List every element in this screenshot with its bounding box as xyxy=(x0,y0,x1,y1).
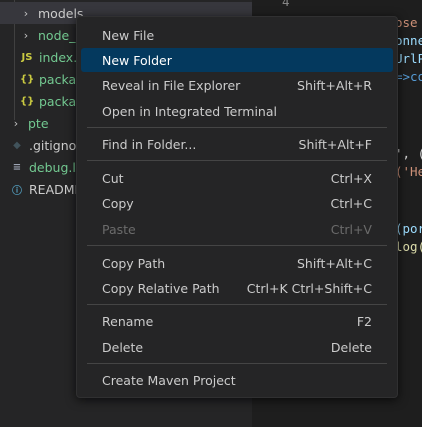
menu-item-label: Rename xyxy=(102,313,154,329)
menu-item-open-in-terminal[interactable]: Open in Integrated Terminal xyxy=(81,99,393,123)
menu-item-label: Copy Relative Path xyxy=(102,280,220,296)
tree-item-label: .gitignor xyxy=(29,137,82,153)
menu-item-find-in-folder[interactable]: Find in Folder... Shift+Alt+F xyxy=(81,132,393,156)
code-fragment: ose xyxy=(395,15,418,30)
menu-item-reveal-in-file-explorer[interactable]: Reveal in File Explorer Shift+Alt+R xyxy=(81,73,393,97)
code-fragment: log( xyxy=(395,239,422,254)
menu-item-shortcut: Ctrl+C xyxy=(330,195,372,211)
json-file-icon: {} xyxy=(20,95,35,107)
js-file-icon: JS xyxy=(21,51,33,63)
code-fragment: UrlP xyxy=(395,51,422,66)
menu-item-label: Delete xyxy=(102,339,144,355)
log-file-icon: ≡ xyxy=(12,161,22,173)
chevron-right-icon: › xyxy=(23,6,29,20)
menu-item-label: Open in Integrated Terminal xyxy=(102,103,277,119)
code-fragment: onne xyxy=(395,33,422,48)
menu-item-cut[interactable]: Cut Ctrl+X xyxy=(81,166,393,190)
menu-item-label: Paste xyxy=(102,221,136,237)
tree-item-label: pte xyxy=(28,115,49,131)
menu-separator xyxy=(87,304,387,305)
menu-item-label: New Folder xyxy=(102,52,172,68)
menu-item-create-maven-project[interactable]: Create Maven Project xyxy=(81,368,393,392)
json-file-icon: {} xyxy=(20,73,35,85)
menu-item-shortcut: Ctrl+X xyxy=(330,170,372,186)
code-fragment: ('He xyxy=(395,164,422,179)
menu-item-shortcut: F2 xyxy=(356,313,372,329)
menu-separator xyxy=(87,160,387,161)
git-file-icon: ◆ xyxy=(13,139,21,151)
menu-item-rename[interactable]: Rename F2 xyxy=(81,309,393,333)
menu-item-shortcut: Shift+Alt+F xyxy=(298,136,372,152)
menu-item-label: Create Maven Project xyxy=(102,372,236,388)
chevron-right-icon: › xyxy=(23,28,29,42)
menu-item-label: Copy xyxy=(102,195,134,211)
menu-item-copy-relative-path[interactable]: Copy Relative Path Ctrl+K Ctrl+Shift+C xyxy=(81,276,393,300)
menu-item-new-file[interactable]: New File xyxy=(81,23,393,47)
menu-item-new-folder[interactable]: New Folder xyxy=(81,48,393,72)
menu-item-label: Copy Path xyxy=(102,255,166,271)
menu-item-paste[interactable]: Paste Ctrl+V xyxy=(81,217,393,241)
menu-item-shortcut: Shift+Alt+R xyxy=(297,77,372,93)
menu-item-shortcut: Ctrl+K Ctrl+Shift+C xyxy=(246,280,372,296)
menu-item-shortcut: Ctrl+V xyxy=(330,221,372,237)
menu-item-label: Cut xyxy=(102,170,124,186)
context-menu: New File New Folder Reveal in File Explo… xyxy=(76,16,398,398)
menu-item-delete[interactable]: Delete Delete xyxy=(81,335,393,359)
menu-separator xyxy=(87,245,387,246)
menu-item-shortcut: Delete xyxy=(330,339,372,355)
menu-separator xyxy=(87,127,387,128)
menu-item-label: Find in Folder... xyxy=(102,136,197,152)
menu-item-label: Reveal in File Explorer xyxy=(102,77,241,93)
line-number: 4 xyxy=(282,0,290,9)
menu-separator xyxy=(87,363,387,364)
code-fragment: (por xyxy=(395,221,422,236)
info-icon: ⓘ xyxy=(12,185,22,197)
menu-item-shortcut: Shift+Alt+C xyxy=(296,255,372,271)
menu-item-label: New File xyxy=(102,27,155,43)
tree-item-label: README xyxy=(29,181,83,197)
code-fragment: ', ( xyxy=(395,146,422,161)
menu-item-copy-path[interactable]: Copy Path Shift+Alt+C xyxy=(81,251,393,275)
code-fragment: =>co xyxy=(395,69,422,84)
menu-item-copy[interactable]: Copy Ctrl+C xyxy=(81,191,393,215)
chevron-right-icon: › xyxy=(13,116,19,130)
